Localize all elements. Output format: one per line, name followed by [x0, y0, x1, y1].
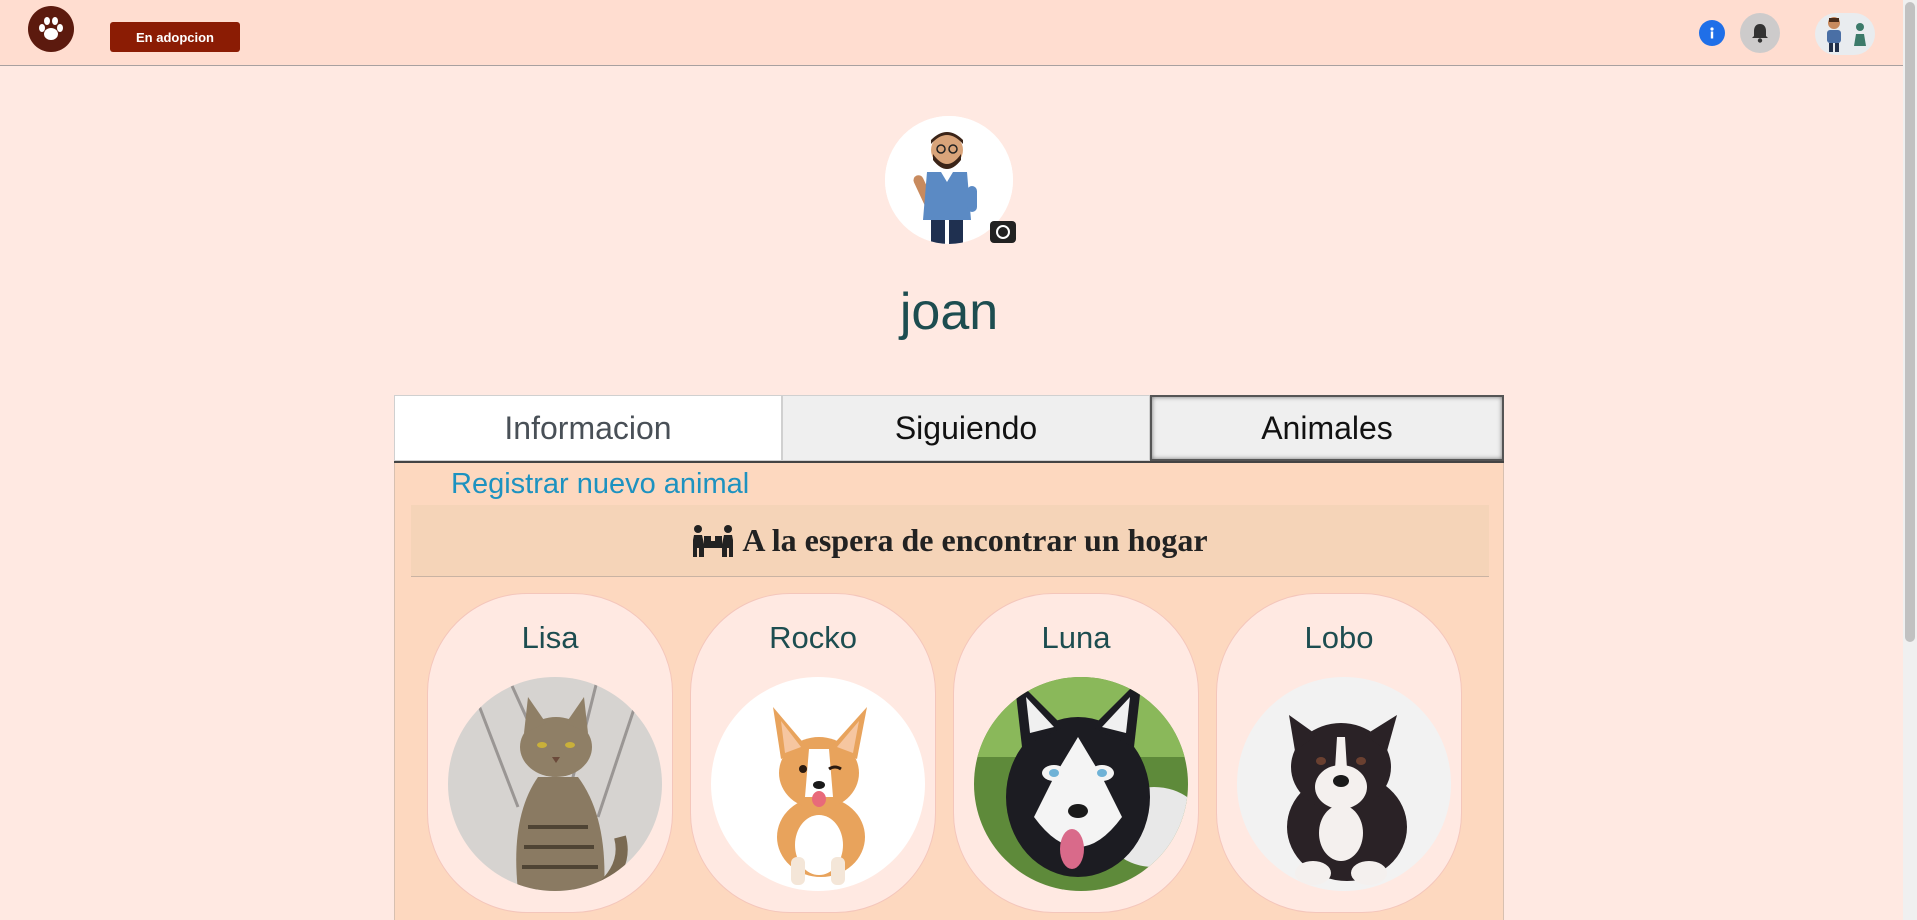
- animal-card-lisa[interactable]: Lisa: [427, 593, 673, 913]
- info-icon[interactable]: [1699, 20, 1725, 46]
- animal-name: Rocko: [769, 620, 857, 655]
- scrollbar[interactable]: [1903, 0, 1917, 920]
- scrollbar-thumb[interactable]: [1905, 2, 1915, 642]
- animal-photo-luna: [974, 677, 1188, 891]
- animal-photo-lisa: [448, 677, 662, 891]
- tab-informacion[interactable]: Informacion: [394, 395, 782, 461]
- animal-name: Lisa: [521, 620, 579, 655]
- animal-card-luna[interactable]: Luna: [953, 593, 1199, 913]
- profile-tabs: Informacion Siguiendo Animales: [394, 395, 1504, 463]
- top-navbar: En adopcion: [0, 0, 1903, 66]
- notifications-button[interactable]: [1740, 13, 1780, 53]
- animal-name: Luna: [1041, 620, 1111, 655]
- tab-siguiendo[interactable]: Siguiendo: [782, 395, 1150, 461]
- animal-card-rocko[interactable]: Rocko: [690, 593, 936, 913]
- animal-name: Lobo: [1304, 620, 1374, 655]
- animal-photo-lobo: [1237, 677, 1451, 891]
- adoption-button[interactable]: En adopcion: [110, 22, 240, 52]
- user-icon: [1854, 23, 1866, 46]
- camera-icon[interactable]: [990, 221, 1016, 243]
- animal-card-lobo[interactable]: Lobo: [1216, 593, 1462, 913]
- animal-photo-rocko: [711, 677, 925, 891]
- bell-icon: [1752, 24, 1768, 43]
- user-avatar-menu[interactable]: [1815, 13, 1875, 55]
- people-carrying-box-icon: [693, 524, 734, 557]
- register-animal-link[interactable]: Registrar nuevo animal: [451, 468, 749, 501]
- waiting-section-title: A la espera de encontrar un hogar: [742, 522, 1208, 558]
- profile-username: joan: [899, 283, 999, 341]
- waiting-section-header: A la espera de encontrar un hogar: [411, 505, 1489, 577]
- avatar: [1827, 17, 1841, 52]
- animals-panel: Registrar nuevo animal A la espera de en…: [394, 463, 1504, 920]
- paw-icon[interactable]: [28, 6, 74, 52]
- tab-animales[interactable]: Animales: [1150, 395, 1504, 461]
